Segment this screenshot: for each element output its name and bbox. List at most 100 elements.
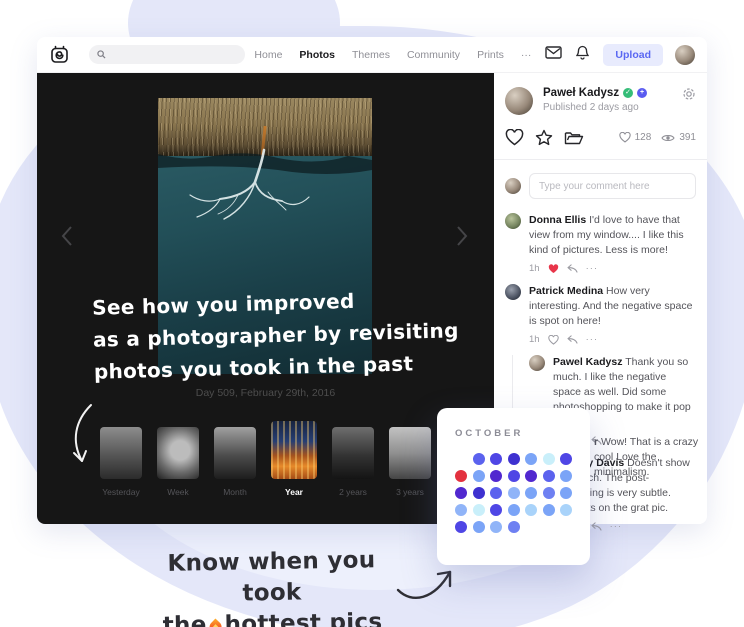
reply-icon[interactable]	[567, 264, 578, 273]
prev-photo-chevron[interactable]	[61, 225, 75, 249]
plus-badge-icon: +	[637, 88, 647, 98]
author-name[interactable]: Paweł Kadysz	[543, 87, 619, 99]
tookapic-logo-icon[interactable]	[49, 44, 71, 65]
mail-icon[interactable]	[545, 46, 562, 64]
calendar-day-dot	[455, 470, 467, 482]
like-heart-icon[interactable]	[505, 129, 524, 146]
heart-filled-icon[interactable]	[548, 264, 559, 274]
nav-items: Home Photos Themes Community Prints ···	[254, 49, 531, 61]
calendar-dot-grid	[455, 453, 572, 533]
thumbnail-image	[332, 427, 374, 479]
comment-input[interactable]	[529, 173, 696, 199]
callout-text: hottest pics	[224, 609, 382, 627]
page: Home Photos Themes Community Prints ··· …	[0, 0, 744, 627]
calendar-day-dot	[525, 504, 537, 516]
calendar-day-dot	[473, 470, 485, 482]
nav-item-prints[interactable]: Prints	[477, 49, 504, 61]
favorite-star-icon[interactable]	[535, 129, 553, 146]
views-value: 391	[679, 132, 696, 143]
calendar-day-dot	[455, 504, 467, 516]
thumbnail-image	[389, 427, 431, 479]
calendar-day-empty	[455, 453, 467, 465]
reply-icon[interactable]	[591, 522, 602, 531]
thumbnail-week[interactable]: Week	[157, 427, 199, 497]
calendar-day-dot	[560, 504, 572, 516]
nav-item-home[interactable]: Home	[254, 49, 282, 61]
thumbnail-image	[157, 427, 199, 479]
comment-patrick-medina: Patrick Medina How very interesting. And…	[505, 284, 696, 329]
calendar-day-dot	[508, 521, 520, 533]
calendar-day-dot	[543, 504, 555, 516]
calendar-day-dot	[455, 521, 467, 533]
nav-item-more[interactable]: ···	[521, 49, 532, 61]
next-photo-chevron[interactable]	[456, 225, 470, 249]
divider	[494, 159, 707, 160]
calendar-day-dot	[508, 453, 520, 465]
commenter-avatar[interactable]	[505, 213, 521, 229]
nav-item-photos[interactable]: Photos	[299, 49, 335, 61]
composer-avatar	[505, 178, 521, 194]
calendar-day-dot	[543, 453, 555, 465]
comment-more-icon[interactable]: ···	[586, 263, 599, 274]
current-user-avatar[interactable]	[675, 45, 695, 65]
commenter-name-fragment: r	[594, 436, 601, 448]
photo-viewer: See how you improved as a photographer b…	[37, 73, 494, 524]
bell-icon[interactable]	[576, 45, 589, 65]
calendar-day-empty	[560, 521, 572, 533]
add-to-folder-icon[interactable]	[564, 130, 584, 146]
calendar-day-dot	[525, 487, 537, 499]
callout-line: thehottest pics	[142, 607, 403, 627]
comment-composer	[505, 173, 696, 199]
author-header: Paweł Kadysz ✓ + Published 2 days ago	[505, 87, 696, 115]
calendar-day-dot	[473, 487, 485, 499]
comment-more-icon[interactable]: ···	[610, 521, 623, 532]
commenter-name[interactable]: Pawel Kadysz	[553, 356, 622, 368]
thumbnail-2-years[interactable]: 2 years	[332, 427, 374, 497]
commenter-name[interactable]: Donna Ellis	[529, 214, 586, 226]
calendar-day-empty	[525, 521, 537, 533]
thumbnail-label: Month	[223, 487, 247, 497]
thumbnail-yesterday[interactable]: Yesterday	[100, 427, 142, 497]
thumbnail-label: Yesterday	[102, 487, 140, 497]
thumbnail-year[interactable]: Year	[271, 421, 317, 497]
nav-item-themes[interactable]: Themes	[352, 49, 390, 61]
thumbnail-image	[271, 421, 317, 479]
gear-icon[interactable]	[682, 87, 696, 106]
calendar-day-dot	[473, 521, 485, 533]
thumbnail-label: Year	[285, 487, 303, 497]
heart-outline-icon[interactable]	[548, 335, 559, 345]
nav-item-community[interactable]: Community	[407, 49, 460, 61]
comment-partially-hidden: r Wow! That is a crazy cool Love the min…	[594, 435, 706, 480]
callout-line: Know when you took	[141, 545, 402, 612]
calendar-day-dot	[560, 453, 572, 465]
calendar-month-title: OCTOBER	[455, 428, 572, 439]
upload-button[interactable]: Upload	[603, 44, 663, 66]
calendar-day-dot	[525, 470, 537, 482]
search-input[interactable]	[112, 48, 237, 61]
comment-meta: 1h ···	[529, 334, 696, 345]
views-count: 391	[661, 132, 696, 143]
comment-more-icon[interactable]: ···	[586, 334, 599, 345]
photo-actions: 128 391	[505, 129, 696, 146]
search-bar[interactable]	[89, 45, 245, 64]
author-avatar[interactable]	[505, 87, 533, 115]
hottest-pics-callout: Know when you took thehottest pics	[141, 545, 403, 627]
comment-time: 1h	[529, 334, 540, 345]
published-time: Published 2 days ago	[543, 102, 682, 113]
fire-emoji	[207, 619, 224, 627]
calendar-day-dot	[543, 487, 555, 499]
calendar-day-dot	[525, 453, 537, 465]
calendar-day-dot	[455, 487, 467, 499]
thumbnail-3-years[interactable]: 3 years	[389, 427, 431, 497]
commenter-avatar[interactable]	[505, 284, 521, 300]
comment-meta: 1h ···	[529, 263, 696, 274]
thumbnail-image	[214, 427, 256, 479]
commenter-avatar[interactable]	[529, 355, 545, 371]
calendar-day-dot	[560, 487, 572, 499]
thumbnail-month[interactable]: Month	[214, 427, 256, 497]
calendar-day-empty	[543, 521, 555, 533]
commenter-name[interactable]: Patrick Medina	[529, 285, 603, 297]
reply-icon[interactable]	[567, 335, 578, 344]
october-calendar-card: OCTOBER	[437, 408, 590, 565]
calendar-day-dot	[490, 487, 502, 499]
